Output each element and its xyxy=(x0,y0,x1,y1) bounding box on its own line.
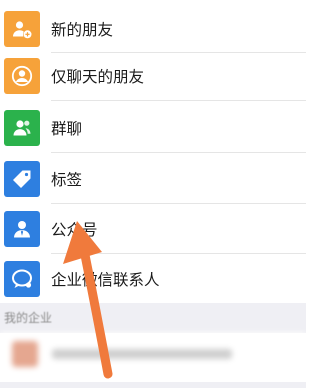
enterprise-logo-icon xyxy=(12,341,38,367)
official-accounts-item[interactable]: 公众号 xyxy=(0,205,306,253)
new-friends-label: 新的朋友 xyxy=(51,21,114,39)
divider xyxy=(51,100,306,101)
wecom-contacts-item[interactable]: 企业微信联系人 xyxy=(0,255,306,303)
chat-only-friends-label: 仅聊天的朋友 xyxy=(51,68,145,86)
divider xyxy=(51,152,306,153)
tags-item[interactable]: 标签 xyxy=(0,155,306,203)
tag-icon xyxy=(4,161,40,197)
group-chat-icon xyxy=(4,110,40,146)
section-header: 我的企业 xyxy=(0,303,306,333)
group-chats-label: 群聊 xyxy=(51,120,83,138)
enterprise-item[interactable] xyxy=(0,333,306,383)
group-chats-item[interactable]: 群聊 xyxy=(0,104,306,152)
chat-only-friend-icon xyxy=(4,58,40,94)
enterprise-name-placeholder xyxy=(52,349,232,359)
wecom-contacts-label: 企业微信联系人 xyxy=(51,271,160,289)
new-friends-item[interactable]: 新的朋友 xyxy=(0,5,306,53)
official-account-icon xyxy=(4,211,40,247)
divider xyxy=(51,203,306,204)
divider xyxy=(51,253,306,254)
chat-only-friends-item[interactable]: 仅聊天的朋友 xyxy=(0,52,306,100)
add-friend-icon xyxy=(4,11,40,47)
bottom-divider xyxy=(0,382,306,388)
wecom-contact-icon xyxy=(4,261,40,297)
tags-label: 标签 xyxy=(51,171,83,189)
my-enterprise-title: 我的企业 xyxy=(4,311,53,325)
official-accounts-label: 公众号 xyxy=(51,221,98,239)
